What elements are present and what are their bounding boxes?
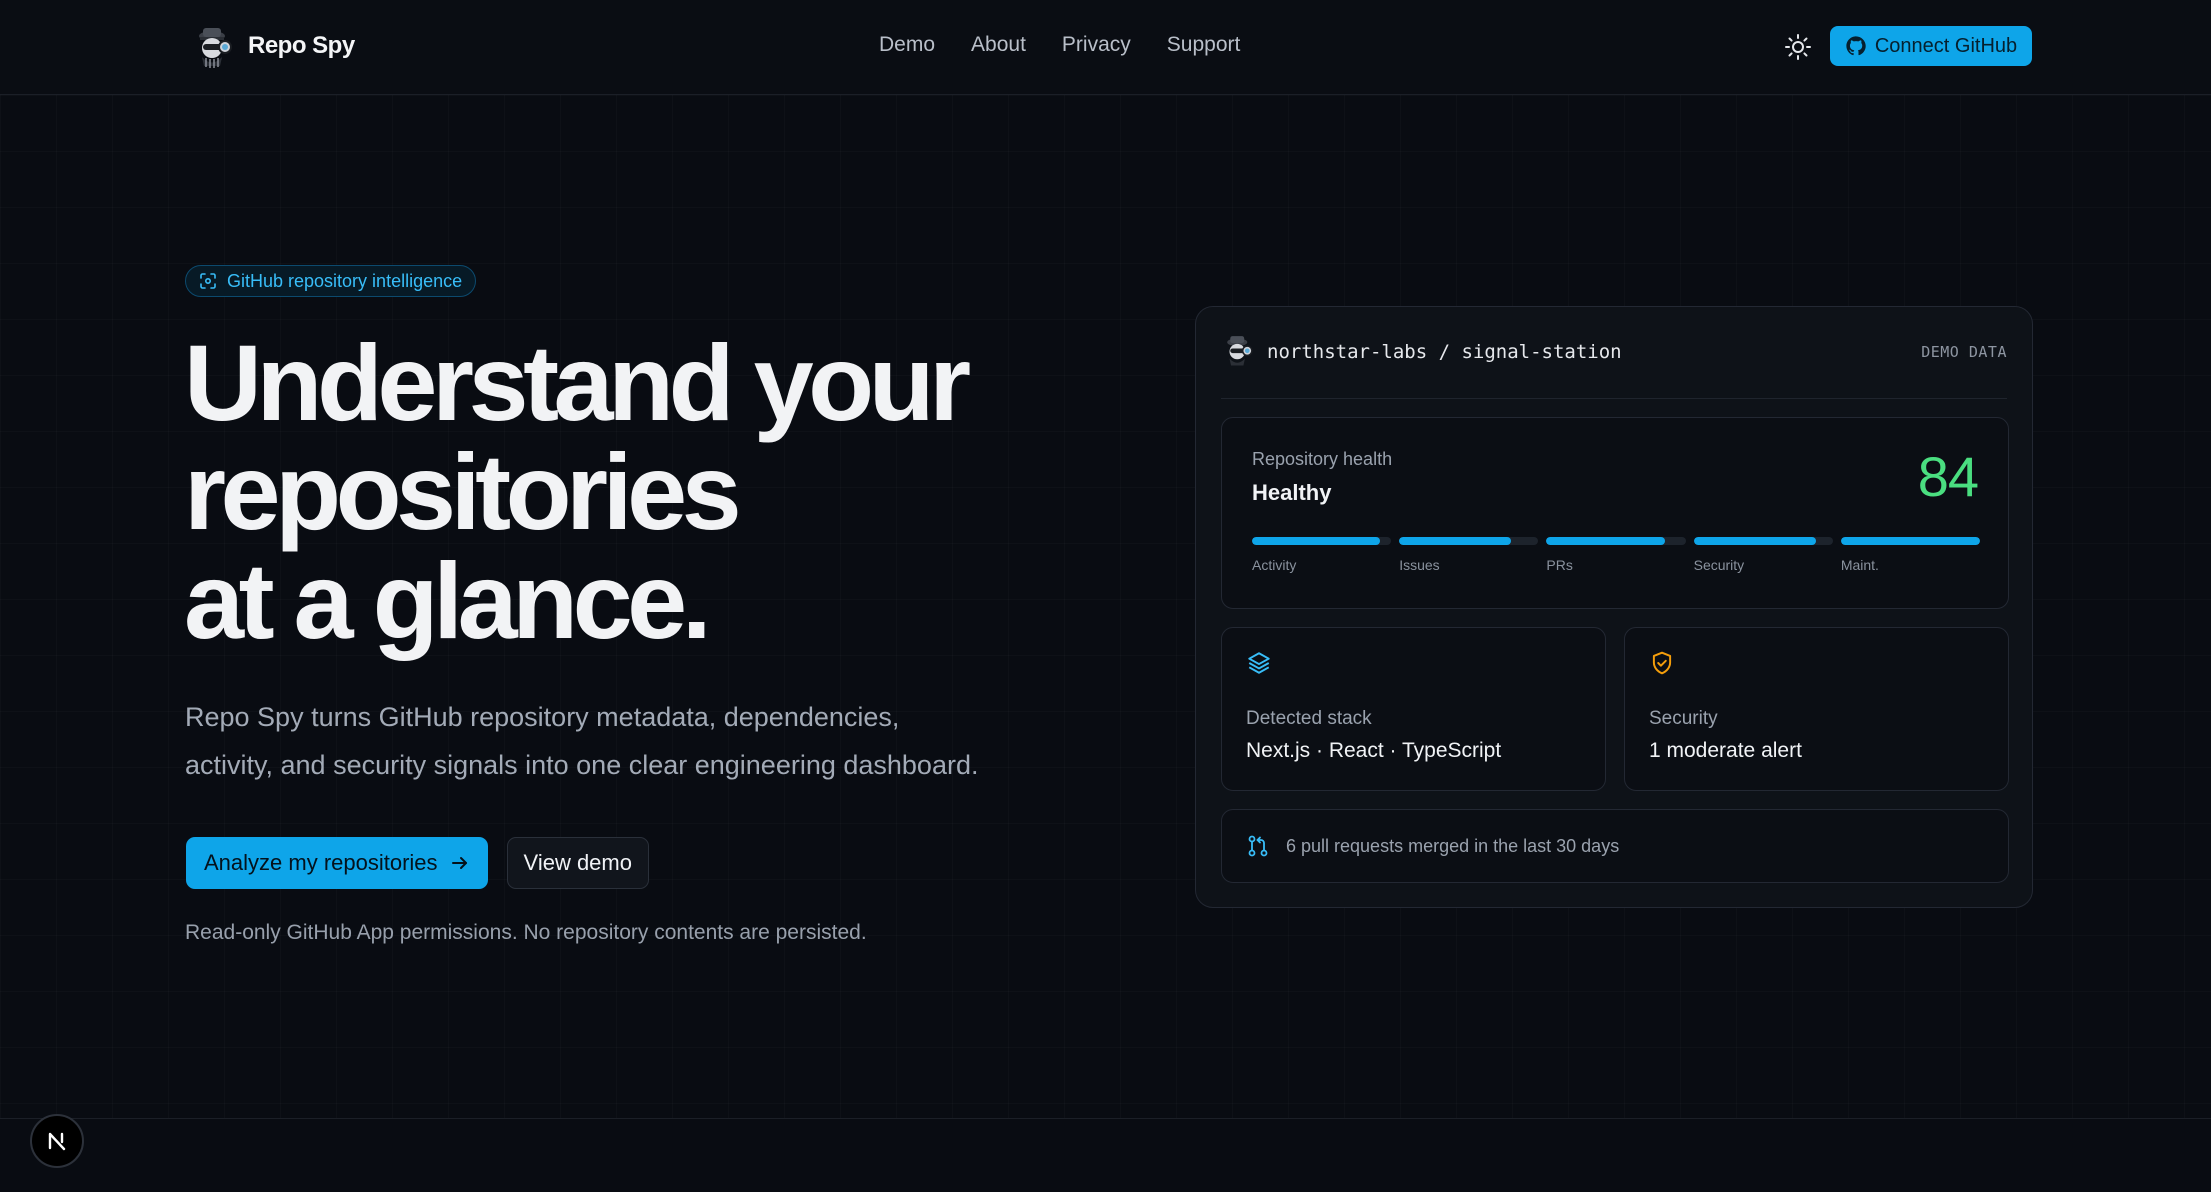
stack-value: Next.js · React · TypeScript	[1246, 739, 1502, 762]
spy-logo-icon	[199, 28, 232, 68]
hero-subtitle: Repo Spy turns GitHub repository metadat…	[185, 693, 1045, 789]
demo-repo-header: northstar-labs / signal-station DEMO DAT…	[1221, 331, 2007, 399]
pull-requests-card: 6 pull requests merged in the last 30 da…	[1221, 809, 2009, 883]
health-status: Healthy	[1252, 480, 1332, 505]
demo-data-tag: DEMO DATA	[1921, 343, 2007, 361]
security-label: Security	[1649, 708, 1718, 729]
metric-fill	[1399, 537, 1511, 545]
demo-repo-name: northstar-labs / signal-station	[1267, 341, 1622, 363]
hero-pill-badge: GitHub repository intelligence	[185, 265, 477, 297]
nav-links: Demo About Privacy Support	[879, 33, 1240, 57]
metric-maintenance: Maint.	[1840, 537, 1981, 573]
nav-link-support[interactable]: Support	[1167, 33, 1241, 57]
github-icon	[1846, 36, 1866, 56]
metric-label: Maint.	[1840, 557, 1879, 573]
health-label: Repository health	[1252, 449, 1393, 469]
hero-pill-label: GitHub repository intelligence	[227, 270, 463, 291]
scan-icon	[200, 273, 216, 289]
demo-repo-card: northstar-labs / signal-station DEMO DAT…	[1195, 306, 2033, 908]
stack-label: Detected stack	[1246, 708, 1372, 729]
brand[interactable]: Repo Spy	[192, 24, 355, 68]
metric-track	[1252, 537, 1392, 545]
nav-link-privacy[interactable]: Privacy	[1062, 33, 1131, 57]
connect-github-button[interactable]: Connect GitHub	[1830, 26, 2032, 66]
hero-title-line-2: repositories	[184, 431, 742, 552]
metric-label: Activity	[1252, 557, 1297, 573]
metric-track	[1399, 537, 1539, 545]
metric-prs: PRs	[1546, 537, 1686, 573]
metric-fill	[1546, 537, 1665, 545]
view-demo-button[interactable]: View demo	[506, 837, 649, 889]
sun-icon	[1785, 34, 1811, 60]
metric-label: PRs	[1546, 557, 1573, 573]
metric-track	[1840, 537, 1981, 545]
connect-github-label: Connect GitHub	[1874, 34, 2018, 57]
shield-check-icon	[1652, 651, 1672, 675]
permissions-note: Read-only GitHub App permissions. No rep…	[185, 921, 867, 944]
git-pull-request-icon	[1248, 835, 1268, 857]
cta-row: Analyze my repositories View demo	[186, 837, 649, 889]
health-metrics: Activity Issues PRs Security Maint.	[1252, 537, 1981, 573]
health-score: 84	[1917, 445, 1979, 508]
metric-label: Security	[1693, 557, 1745, 573]
spy-logo-icon	[1227, 336, 1253, 366]
view-demo-label: View demo	[523, 850, 632, 875]
brand-name: Repo Spy	[248, 32, 355, 59]
nav-link-about[interactable]: About	[971, 33, 1026, 57]
hero-subtitle-line-2: activity, and security signals into one …	[185, 750, 979, 780]
n-logo-icon	[48, 1132, 66, 1151]
top-navbar: Repo Spy Demo About Privacy Support Conn…	[0, 0, 2211, 95]
metric-fill	[1840, 537, 1981, 545]
footer-divider	[0, 1118, 2211, 1119]
metric-activity: Activity	[1252, 537, 1392, 573]
security-card: Security 1 moderate alert	[1624, 627, 2009, 791]
metric-fill	[1693, 537, 1817, 545]
analyze-repositories-button[interactable]: Analyze my repositories	[186, 837, 488, 889]
layers-icon	[1248, 652, 1270, 674]
hero-title-line-1: Understand your	[184, 322, 971, 443]
metric-track	[1693, 537, 1833, 545]
nav-link-demo[interactable]: Demo	[879, 33, 935, 57]
metric-issues: Issues	[1399, 537, 1539, 573]
pull-requests-text: 6 pull requests merged in the last 30 da…	[1286, 835, 1620, 856]
hero-subtitle-line-1: Repo Spy turns GitHub repository metadat…	[185, 702, 900, 732]
security-value: 1 moderate alert	[1649, 739, 1802, 762]
repository-health-panel: Repository health Healthy 84 Activity Is…	[1221, 417, 2009, 609]
metric-track	[1546, 537, 1686, 545]
arrow-right-icon	[451, 857, 467, 869]
hero-title-line-3: at a glance.	[184, 540, 712, 661]
metric-label: Issues	[1399, 557, 1440, 573]
dev-tools-badge[interactable]	[30, 1114, 84, 1168]
analyze-repositories-label: Analyze my repositories	[204, 850, 438, 875]
detected-stack-card: Detected stack Next.js · React · TypeScr…	[1221, 627, 1606, 791]
hero-title: Understand your repositories at a glance…	[184, 328, 1084, 655]
metric-security: Security	[1693, 537, 1833, 573]
theme-toggle-button[interactable]	[1784, 33, 1812, 61]
metric-fill	[1252, 537, 1381, 545]
